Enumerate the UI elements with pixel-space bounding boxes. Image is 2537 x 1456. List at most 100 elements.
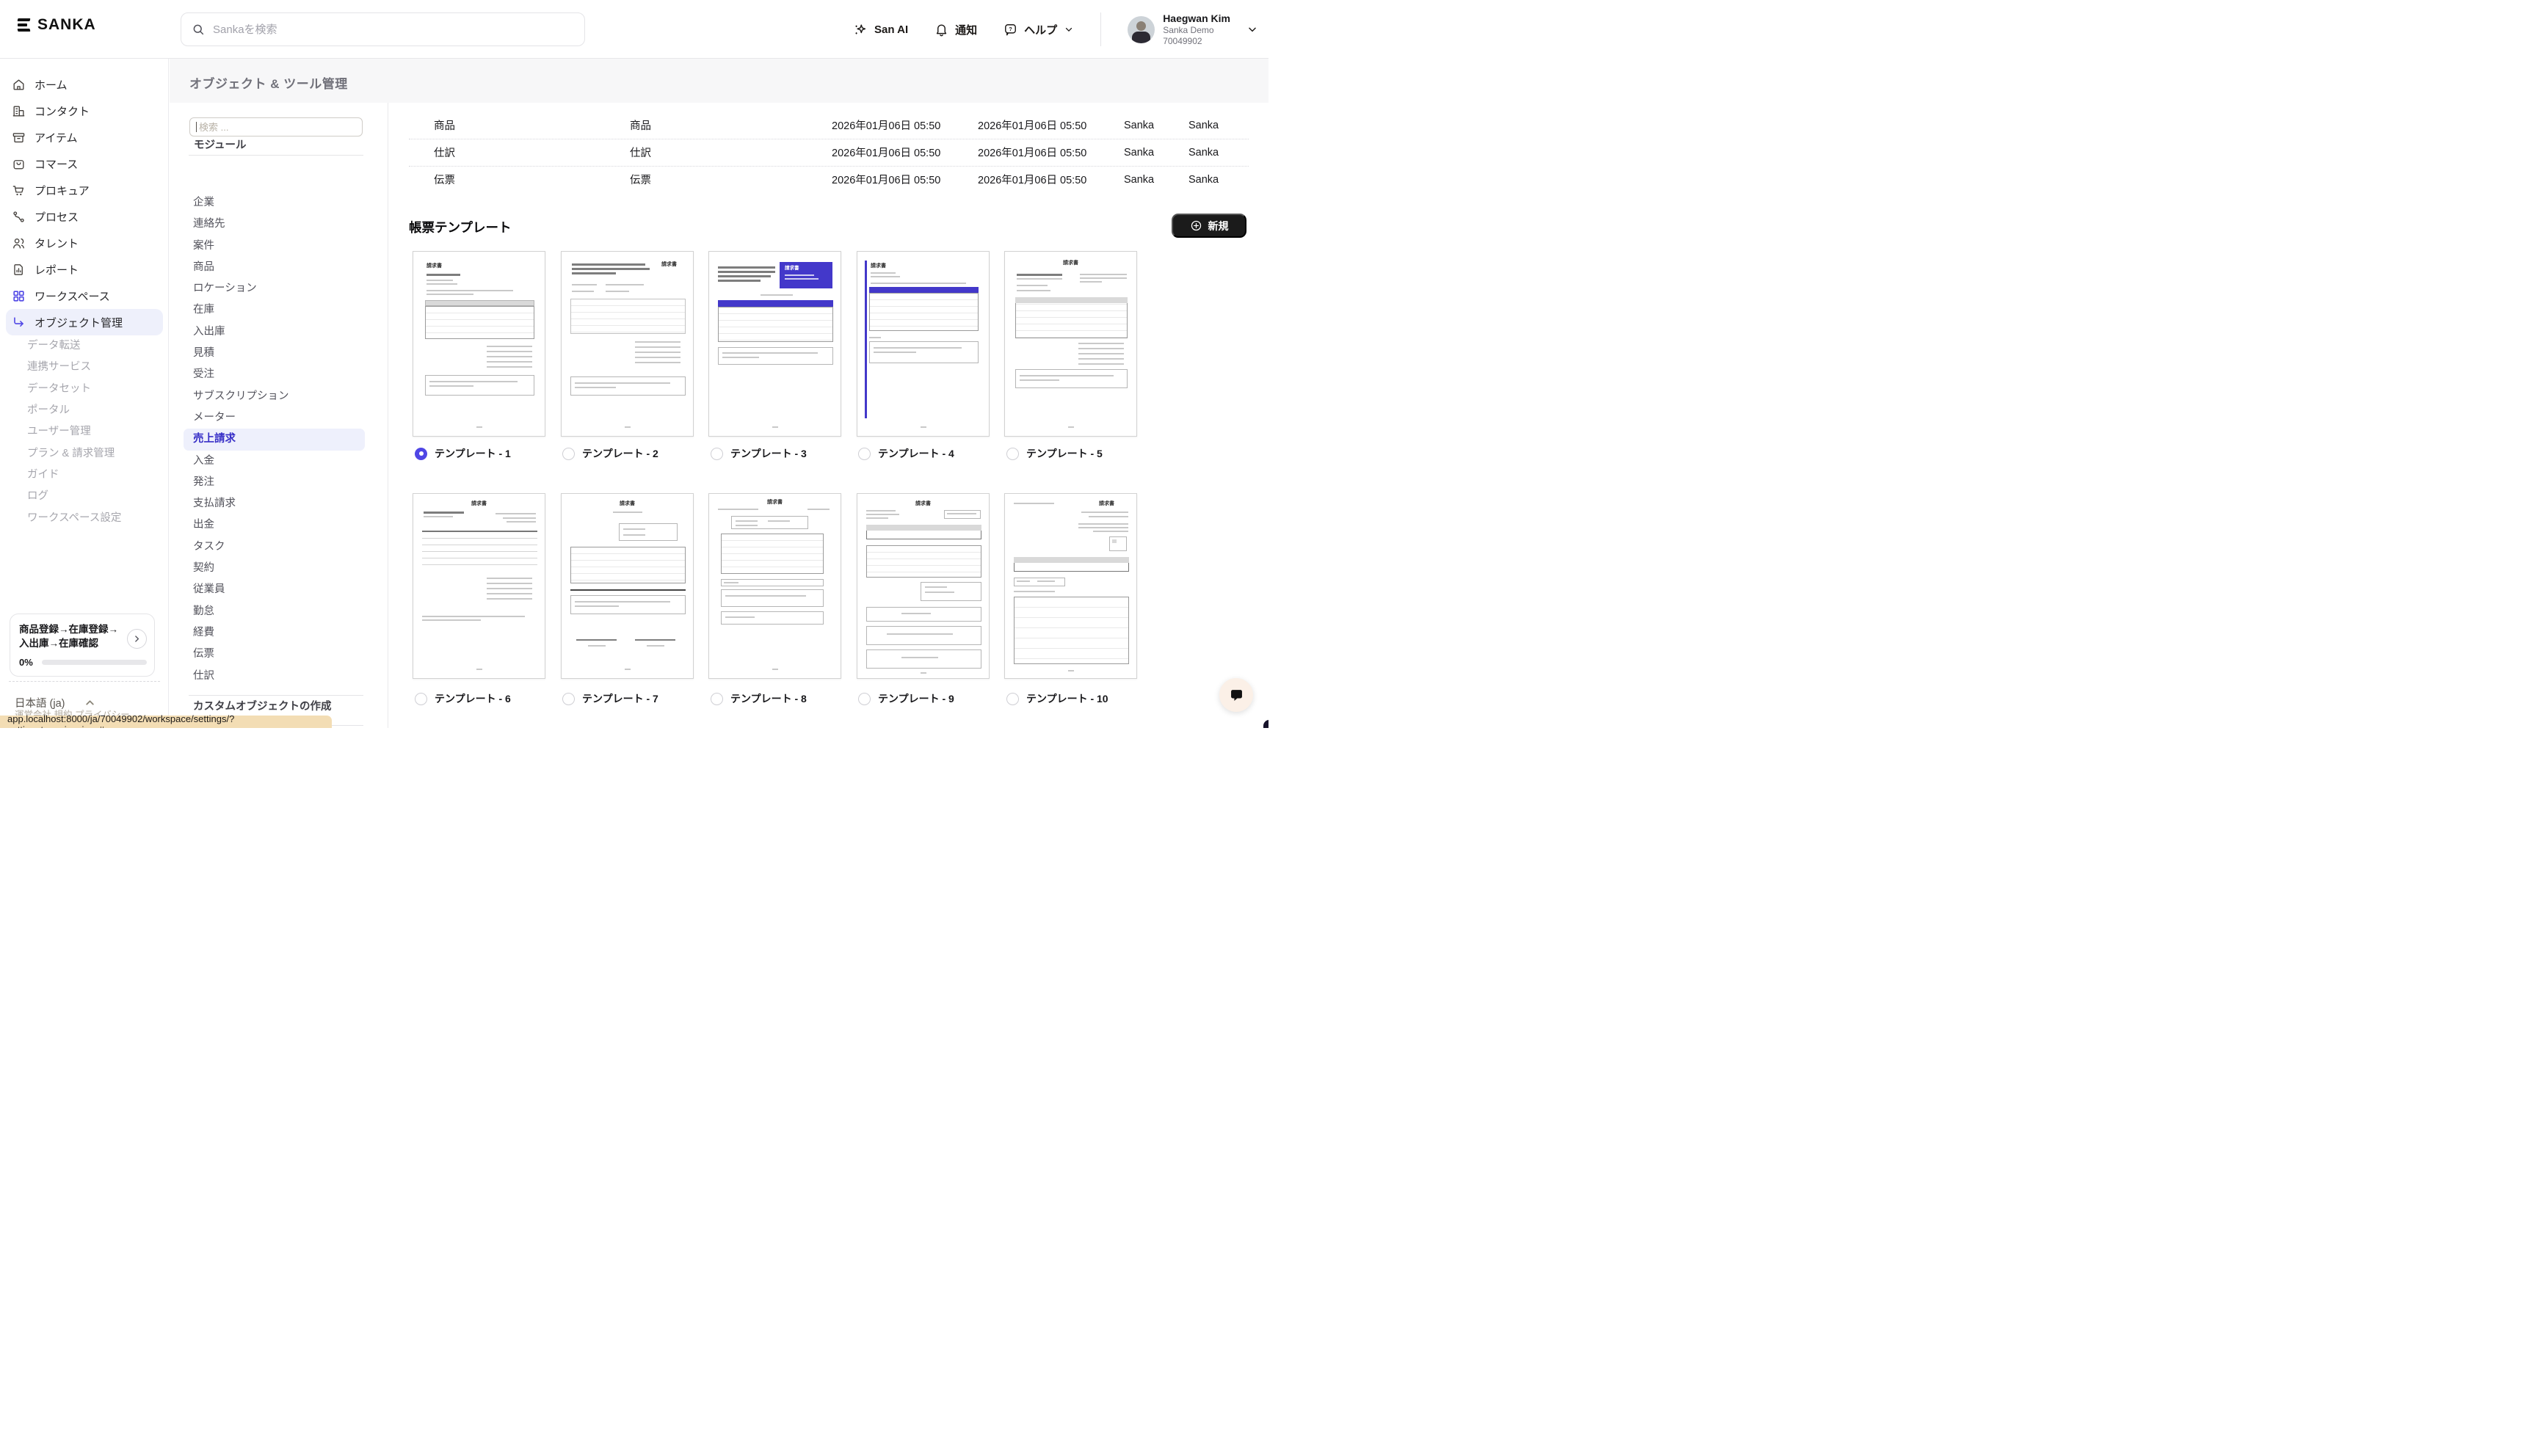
module-item-stock-io[interactable]: 入出庫 xyxy=(184,321,365,343)
template-card-1[interactable]: 請求書 xyxy=(413,251,545,437)
sidebar-item-items[interactable]: アイテム xyxy=(0,124,169,150)
sidebar-item-object-management[interactable]: オブジェクト管理 xyxy=(6,309,163,335)
template-radio-9[interactable] xyxy=(858,693,871,705)
chat-launcher-button[interactable] xyxy=(1219,678,1253,712)
module-item-payments-out[interactable]: 出金 xyxy=(184,514,365,536)
template-radio-7[interactable] xyxy=(562,693,575,705)
search-icon xyxy=(192,23,205,36)
secondary-widget-corner[interactable] xyxy=(1263,720,1268,728)
user-workspace-id: 70049902 xyxy=(1163,36,1230,47)
new-template-button[interactable]: 新規 xyxy=(1172,214,1246,238)
sidebar-item-commerce[interactable]: コマース xyxy=(0,150,169,177)
templates-heading: 帳票テンプレート xyxy=(409,218,511,236)
template-option-2[interactable]: テンプレート - 2 xyxy=(562,445,658,462)
module-item-contacts[interactable]: 連絡先 xyxy=(184,214,365,235)
progress-next-button[interactable] xyxy=(127,629,147,649)
template-option-10[interactable]: テンプレート - 10 xyxy=(1006,690,1108,707)
template-option-1[interactable]: テンプレート - 1 xyxy=(415,445,511,462)
module-item-inventory[interactable]: 在庫 xyxy=(184,299,365,321)
module-item-deals[interactable]: 案件 xyxy=(184,236,365,257)
module-item-subscriptions[interactable]: サブスクリプション xyxy=(184,386,365,407)
sidebar-subitem-portal[interactable]: ポータル xyxy=(0,398,169,420)
template-card-2[interactable]: 請求書 xyxy=(561,251,694,437)
module-item-purchase-orders[interactable]: 発注 xyxy=(184,472,365,493)
module-item-companies[interactable]: 企業 xyxy=(184,192,365,214)
template-radio-1[interactable] xyxy=(415,448,427,460)
progress-bar xyxy=(42,660,147,665)
user-menu[interactable]: Haegwan Kim Sanka Demo 70049902 xyxy=(1128,12,1230,47)
template-option-5[interactable]: テンプレート - 5 xyxy=(1006,445,1103,462)
logo[interactable]: SANKA xyxy=(18,16,96,34)
template-option-7[interactable]: テンプレート - 7 xyxy=(562,690,658,707)
template-radio-5[interactable] xyxy=(1006,448,1019,460)
module-item-vouchers[interactable]: 伝票 xyxy=(184,644,365,665)
table-row[interactable]: 伝票 伝票 2026年01月06日 05:50 2026年01月06日 05:5… xyxy=(388,166,1268,193)
module-search-input[interactable] xyxy=(197,121,356,134)
svg-text:?: ? xyxy=(1009,25,1012,32)
notifications-button[interactable]: 通知 xyxy=(934,22,977,37)
template-card-7[interactable]: 請求書 xyxy=(561,493,694,679)
global-search[interactable] xyxy=(181,12,585,46)
module-item-journal-entries[interactable]: 仕訳 xyxy=(184,666,365,687)
table-row[interactable]: 商品 商品 2026年01月06日 05:50 2026年01月06日 05:5… xyxy=(388,112,1268,139)
sidebar-subitem-user-management[interactable]: ユーザー管理 xyxy=(0,420,169,441)
module-item-products[interactable]: 商品 xyxy=(184,257,365,278)
module-item-expenses[interactable]: 経費 xyxy=(184,622,365,644)
module-item-contracts[interactable]: 契約 xyxy=(184,558,365,579)
sidebar-subitem-datasets[interactable]: データセット xyxy=(0,377,169,398)
sidebar-item-procure[interactable]: プロキュア xyxy=(0,177,169,203)
module-item-payments-in[interactable]: 入金 xyxy=(184,451,365,472)
sidebar-subitem-guide[interactable]: ガイド xyxy=(0,463,169,484)
module-item-employees[interactable]: 従業員 xyxy=(184,579,365,600)
san-ai-button[interactable]: San AI xyxy=(854,23,908,37)
sidebar-subitem-workspace-settings[interactable]: ワークスペース設定 xyxy=(0,506,169,527)
template-radio-10[interactable] xyxy=(1006,693,1019,705)
sidebar-subitem-plan-billing[interactable]: プラン & 請求管理 xyxy=(0,441,169,462)
module-item-quotes[interactable]: 見積 xyxy=(184,343,365,364)
module-item-payables[interactable]: 支払請求 xyxy=(184,493,365,514)
global-search-input[interactable] xyxy=(211,23,574,37)
template-card-8[interactable]: 請求書 xyxy=(708,493,841,679)
sidebar-subitem-logs[interactable]: ログ xyxy=(0,484,169,506)
sidebar-item-workspace[interactable]: ワークスペース xyxy=(0,283,169,309)
template-radio-3[interactable] xyxy=(711,448,723,460)
sidebar-subitem-integrations[interactable]: 連携サービス xyxy=(0,355,169,376)
sidebar-item-contacts[interactable]: コンタクト xyxy=(0,98,169,124)
template-option-8[interactable]: テンプレート - 8 xyxy=(711,690,807,707)
sanka-logo-icon xyxy=(18,18,30,32)
create-custom-object-link[interactable]: カスタムオブジェクトの作成 xyxy=(193,698,332,713)
module-search[interactable] xyxy=(189,117,363,136)
sparkle-icon xyxy=(854,23,868,37)
module-item-tasks[interactable]: タスク xyxy=(184,536,365,558)
user-chevron-down-icon[interactable] xyxy=(1246,23,1258,35)
module-item-sales-orders[interactable]: 受注 xyxy=(184,364,365,385)
template-card-4[interactable]: 請求書 xyxy=(857,251,990,437)
template-option-3[interactable]: テンプレート - 3 xyxy=(711,445,807,462)
sidebar-subitem-data-transfer[interactable]: データ転送 xyxy=(0,334,169,355)
help-button[interactable]: ? ヘルプ xyxy=(1003,22,1074,37)
template-radio-6[interactable] xyxy=(415,693,427,705)
template-radio-8[interactable] xyxy=(711,693,723,705)
template-radio-4[interactable] xyxy=(858,448,871,460)
sidebar-item-home[interactable]: ホーム xyxy=(0,71,169,98)
template-option-9[interactable]: テンプレート - 9 xyxy=(858,690,954,707)
module-item-meters[interactable]: メーター xyxy=(184,407,365,429)
sidebar-item-process[interactable]: プロセス xyxy=(0,203,169,230)
template-card-6[interactable]: 請求書 xyxy=(413,493,545,679)
template-card-10[interactable]: 請求書 xyxy=(1004,493,1137,679)
template-card-3[interactable]: 請求書 xyxy=(708,251,841,437)
template-radio-2[interactable] xyxy=(562,448,575,460)
module-item-attendance[interactable]: 勤怠 xyxy=(184,601,365,622)
template-option-6[interactable]: テンプレート - 6 xyxy=(415,690,511,707)
template-option-4[interactable]: テンプレート - 4 xyxy=(858,445,954,462)
template-card-5[interactable]: 請求書 xyxy=(1004,251,1137,437)
sidebar-item-talent[interactable]: タレント xyxy=(0,230,169,256)
module-item-sales-invoices[interactable]: 売上請求 xyxy=(184,429,365,450)
invoice-preview-image: 請求書 xyxy=(413,494,545,678)
template-card-9[interactable]: 請求書 xyxy=(857,493,990,679)
sidebar-item-reports[interactable]: レポート xyxy=(0,256,169,283)
table-row[interactable]: 仕訳 仕訳 2026年01月06日 05:50 2026年01月06日 05:5… xyxy=(388,139,1268,166)
chat-bubble-icon xyxy=(1229,688,1244,703)
module-item-locations[interactable]: ロケーション xyxy=(184,278,365,299)
archive-box-icon xyxy=(12,131,26,145)
